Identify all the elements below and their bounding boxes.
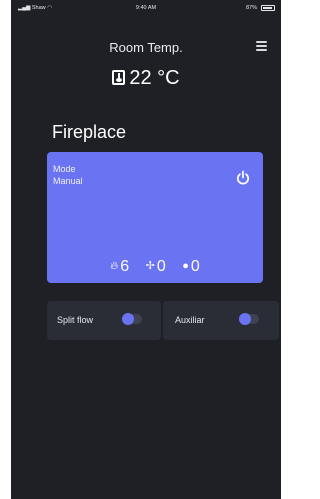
light-level: 0 xyxy=(190,258,200,275)
battery-percent: 87% xyxy=(245,5,257,11)
temperature-display: 22 °C xyxy=(11,66,281,90)
mode-label: Mode xyxy=(53,164,76,174)
split-flow-card[interactable]: Split flow xyxy=(47,301,161,340)
room-temp-title: Room Temp. xyxy=(109,40,183,55)
status-bar: ▂▄▆ Shaw ◠ 9:40 AM 87% xyxy=(11,0,281,18)
device-name: Fireplace xyxy=(52,122,127,142)
light-stat[interactable]: ● 0 xyxy=(182,258,200,276)
power-icon[interactable] xyxy=(235,170,251,186)
split-flow-label: Split flow xyxy=(57,315,94,325)
fan-stat[interactable]: ✢ 0 xyxy=(146,258,166,276)
lightbulb-icon: ● xyxy=(182,260,189,272)
flame-stat[interactable]: 🔥︎ 6 xyxy=(110,258,129,276)
temperature-value: 22 °C xyxy=(129,67,180,89)
mode-card[interactable]: Mode Manual 🔥︎ 6 ✢ 0 ● 0 xyxy=(47,152,263,283)
auxiliar-toggle[interactable] xyxy=(239,313,259,325)
level-stats: 🔥︎ 6 ✢ 0 ● 0 xyxy=(47,258,263,276)
auxiliar-label: Auxiliar xyxy=(175,315,205,325)
thermometer-icon xyxy=(112,70,126,85)
hamburger-menu-icon[interactable] xyxy=(256,41,267,51)
toggle-knob xyxy=(239,313,251,325)
auxiliar-card[interactable]: Auxiliar xyxy=(163,301,279,340)
flame-icon: 🔥︎ xyxy=(110,260,119,272)
status-time: 9:40 AM xyxy=(135,5,157,11)
app-screen: ▂▄▆ Shaw ◠ 9:40 AM 87% Room Temp. 22 °C … xyxy=(11,0,281,499)
mode-value: Manual xyxy=(53,176,83,186)
split-flow-toggle[interactable] xyxy=(122,313,142,325)
flame-level: 6 xyxy=(120,258,130,275)
fan-level: 0 xyxy=(156,258,166,275)
battery-icon xyxy=(261,5,275,11)
fan-icon: ✢ xyxy=(145,260,155,272)
toggle-knob xyxy=(122,313,134,325)
